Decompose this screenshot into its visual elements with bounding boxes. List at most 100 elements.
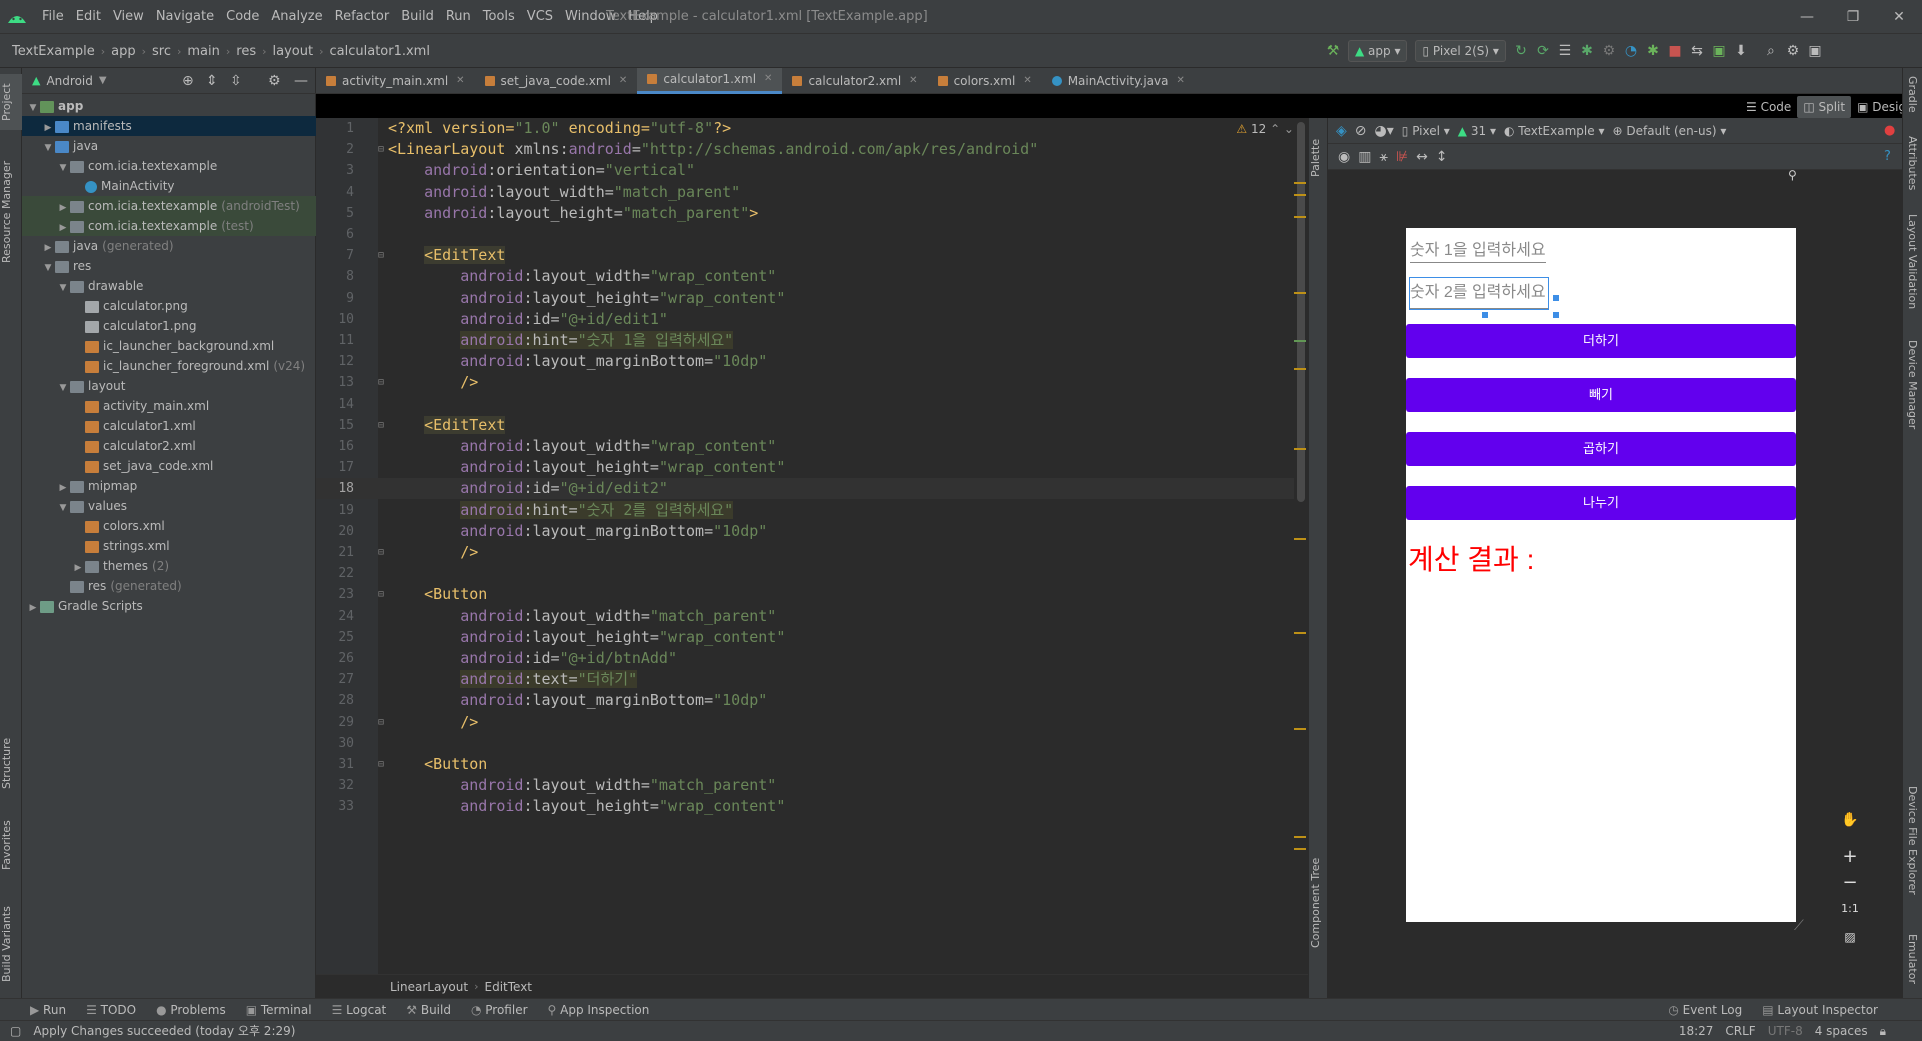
code-line[interactable]: 2 ⊟ <LinearLayout xmlns:android="http://sc… bbox=[316, 139, 1308, 160]
run-config-select[interactable]: ▲ app ▾ bbox=[1348, 40, 1408, 62]
tab-set-java-code-xml[interactable]: set_java_code.xml ✕ bbox=[475, 68, 638, 94]
scroll-thumb[interactable] bbox=[1297, 122, 1305, 502]
chevron-down-icon[interactable]: ▼ bbox=[56, 158, 70, 178]
zoom-actual-button[interactable]: 1:1 bbox=[1836, 902, 1864, 915]
code-line[interactable]: 1 <?xml version="1.0" encoding="utf-8"?> bbox=[316, 118, 1308, 139]
breadcrumb-item[interactable]: main bbox=[187, 44, 219, 59]
tool-tab-device-manager[interactable]: Device Manager bbox=[1906, 340, 1919, 429]
code-line[interactable]: 12 android:layout_marginBottom="10dp" bbox=[316, 351, 1308, 372]
menu-build[interactable]: Build bbox=[395, 0, 440, 34]
fold-toggle-icon[interactable]: ⊟ bbox=[378, 584, 384, 605]
locale-dropdown[interactable]: ⊕ Default (en-us) ▾ bbox=[1608, 124, 1730, 138]
code-line[interactable]: 30 bbox=[316, 733, 1308, 754]
horizontal-resize-icon[interactable]: ↔ bbox=[1412, 149, 1432, 165]
tool-tab-layout-validation[interactable]: Layout Validation bbox=[1906, 214, 1919, 309]
line-number[interactable]: 27 bbox=[316, 669, 354, 690]
tool-button-problems[interactable]: ● Problems bbox=[146, 999, 236, 1021]
code-line[interactable]: 23 ⊟ <Button bbox=[316, 584, 1308, 605]
tool-tab-emulator[interactable]: Emulator bbox=[1906, 934, 1919, 984]
tool-button-build[interactable]: ⚒ Build bbox=[396, 999, 461, 1021]
account-icon[interactable]: ▣ bbox=[1804, 40, 1826, 62]
resize-handle[interactable] bbox=[1482, 312, 1488, 318]
menu-navigate[interactable]: Navigate bbox=[150, 0, 220, 34]
change-marker[interactable] bbox=[1294, 340, 1306, 342]
apply-changes-icon[interactable]: ⟳ bbox=[1532, 40, 1554, 62]
line-number[interactable]: 12 bbox=[316, 351, 354, 372]
indent-setting[interactable]: 4 spaces bbox=[1809, 1021, 1874, 1041]
line-number[interactable]: 3 bbox=[316, 160, 354, 181]
warning-marker[interactable] bbox=[1294, 448, 1306, 450]
line-number[interactable]: 15 bbox=[316, 415, 354, 436]
tree-node[interactable]: calculator1.xml bbox=[22, 416, 316, 436]
fold-toggle-icon[interactable]: ⊟ bbox=[378, 712, 384, 733]
expand-all-icon[interactable]: ⇕ bbox=[206, 73, 218, 89]
warning-marker[interactable] bbox=[1294, 848, 1306, 850]
code-line[interactable]: 26 android:id="@+id/btnAdd" bbox=[316, 648, 1308, 669]
line-number[interactable]: 14 bbox=[316, 394, 354, 415]
code-line[interactable]: 3 android:orientation="vertical" bbox=[316, 160, 1308, 181]
grid-icon[interactable]: ▥ bbox=[1354, 149, 1375, 165]
line-number[interactable]: 19 bbox=[316, 500, 354, 521]
breadcrumb-item[interactable]: app bbox=[111, 44, 135, 59]
line-number[interactable]: 4 bbox=[316, 182, 354, 203]
chevron-down-icon[interactable]: ▼ bbox=[41, 138, 55, 158]
chevron-right-icon[interactable]: ▶ bbox=[56, 218, 70, 238]
line-number[interactable]: 11 bbox=[316, 330, 354, 351]
code-line[interactable]: 17 android:layout_height="wrap_content" bbox=[316, 457, 1308, 478]
api-dropdown[interactable]: ▲ 31 ▾ bbox=[1454, 124, 1500, 138]
tree-node[interactable]: activity_main.xml bbox=[22, 396, 316, 416]
tree-node[interactable]: ▼ app bbox=[22, 96, 316, 116]
close-window-button[interactable]: ✕ bbox=[1876, 0, 1922, 34]
code-view-button[interactable]: ☰ Code bbox=[1740, 96, 1797, 118]
profile-icon[interactable]: ⚙ bbox=[1598, 40, 1620, 62]
code-line[interactable]: 7 ⊟ <EditText bbox=[316, 245, 1308, 266]
tree-node[interactable]: ▼ java bbox=[22, 136, 316, 156]
magnet-icon[interactable]: ⚹ bbox=[1375, 149, 1391, 165]
btn-sub-preview[interactable]: 빼기 bbox=[1406, 378, 1796, 412]
orientation-icon[interactable]: ◕▾ bbox=[1371, 123, 1398, 139]
code-line[interactable]: 11 android:hint="숫자 1을 입력하세요" bbox=[316, 330, 1308, 351]
line-number[interactable]: 2 bbox=[316, 139, 354, 160]
menu-tools[interactable]: Tools bbox=[477, 0, 521, 34]
minimize-button[interactable]: — bbox=[1784, 0, 1830, 34]
vertical-resize-icon[interactable]: ↕ bbox=[1432, 149, 1452, 165]
btn-add-preview[interactable]: 더하기 bbox=[1406, 324, 1796, 358]
warning-marker[interactable] bbox=[1294, 182, 1306, 184]
tool-button-app-inspection[interactable]: ⚲ App Inspection bbox=[538, 999, 660, 1021]
resize-handle[interactable] bbox=[1553, 295, 1559, 301]
code-line[interactable]: 10 android:id="@+id/edit1" bbox=[316, 309, 1308, 330]
tool-tab-palette[interactable]: Palette bbox=[1309, 128, 1329, 188]
eye-icon[interactable]: ◉ bbox=[1334, 149, 1354, 165]
debug-icon[interactable]: ✱ bbox=[1576, 40, 1598, 62]
error-icon[interactable]: ● bbox=[1880, 123, 1899, 138]
pin-icon[interactable]: ⚲ bbox=[1788, 168, 1797, 182]
line-number[interactable]: 31 bbox=[316, 754, 354, 775]
line-number[interactable]: 8 bbox=[316, 266, 354, 287]
tool-tab-attributes[interactable]: Attributes bbox=[1906, 136, 1919, 190]
line-number[interactable]: 10 bbox=[316, 309, 354, 330]
tool-button-layout-inspector[interactable]: ▤ Layout Inspector bbox=[1752, 999, 1888, 1021]
menu-view[interactable]: View bbox=[107, 0, 150, 34]
menu-run[interactable]: Run bbox=[440, 0, 477, 34]
breadcrumb-item[interactable]: calculator1.xml bbox=[330, 44, 430, 59]
chevron-right-icon[interactable]: ▶ bbox=[41, 118, 55, 138]
restore-button[interactable]: ❐ bbox=[1830, 0, 1876, 34]
code-line[interactable]: 8 android:layout_width="wrap_content" bbox=[316, 266, 1308, 287]
tool-button-run[interactable]: ▶ Run bbox=[20, 999, 76, 1021]
btn-div-preview[interactable]: 나누기 bbox=[1406, 486, 1796, 520]
tab-activity-main-xml[interactable]: activity_main.xml ✕ bbox=[316, 68, 475, 94]
code-line[interactable]: 18 android:id="@+id/edit2" bbox=[316, 478, 1308, 500]
tree-node[interactable]: ic_launcher_background.xml bbox=[22, 336, 316, 356]
code-line[interactable]: 14 bbox=[316, 394, 1308, 415]
tree-node[interactable]: ▶ Gradle Scripts bbox=[22, 596, 316, 616]
sdk-manager-icon[interactable]: ⬇ bbox=[1730, 40, 1752, 62]
split-view-button[interactable]: ◫ Split bbox=[1797, 96, 1852, 118]
blueprint-icon[interactable]: ⊘ bbox=[1351, 123, 1371, 139]
breadcrumb-item[interactable]: LinearLayout bbox=[390, 980, 468, 994]
locate-icon[interactable]: ⊕ bbox=[182, 73, 194, 89]
test-icon[interactable]: ✱ bbox=[1642, 40, 1664, 62]
line-number[interactable]: 18 bbox=[316, 478, 354, 499]
breadcrumb-item[interactable]: TextExample bbox=[12, 44, 95, 59]
resize-handle[interactable] bbox=[1553, 312, 1559, 318]
menu-vcs[interactable]: VCS bbox=[521, 0, 559, 34]
